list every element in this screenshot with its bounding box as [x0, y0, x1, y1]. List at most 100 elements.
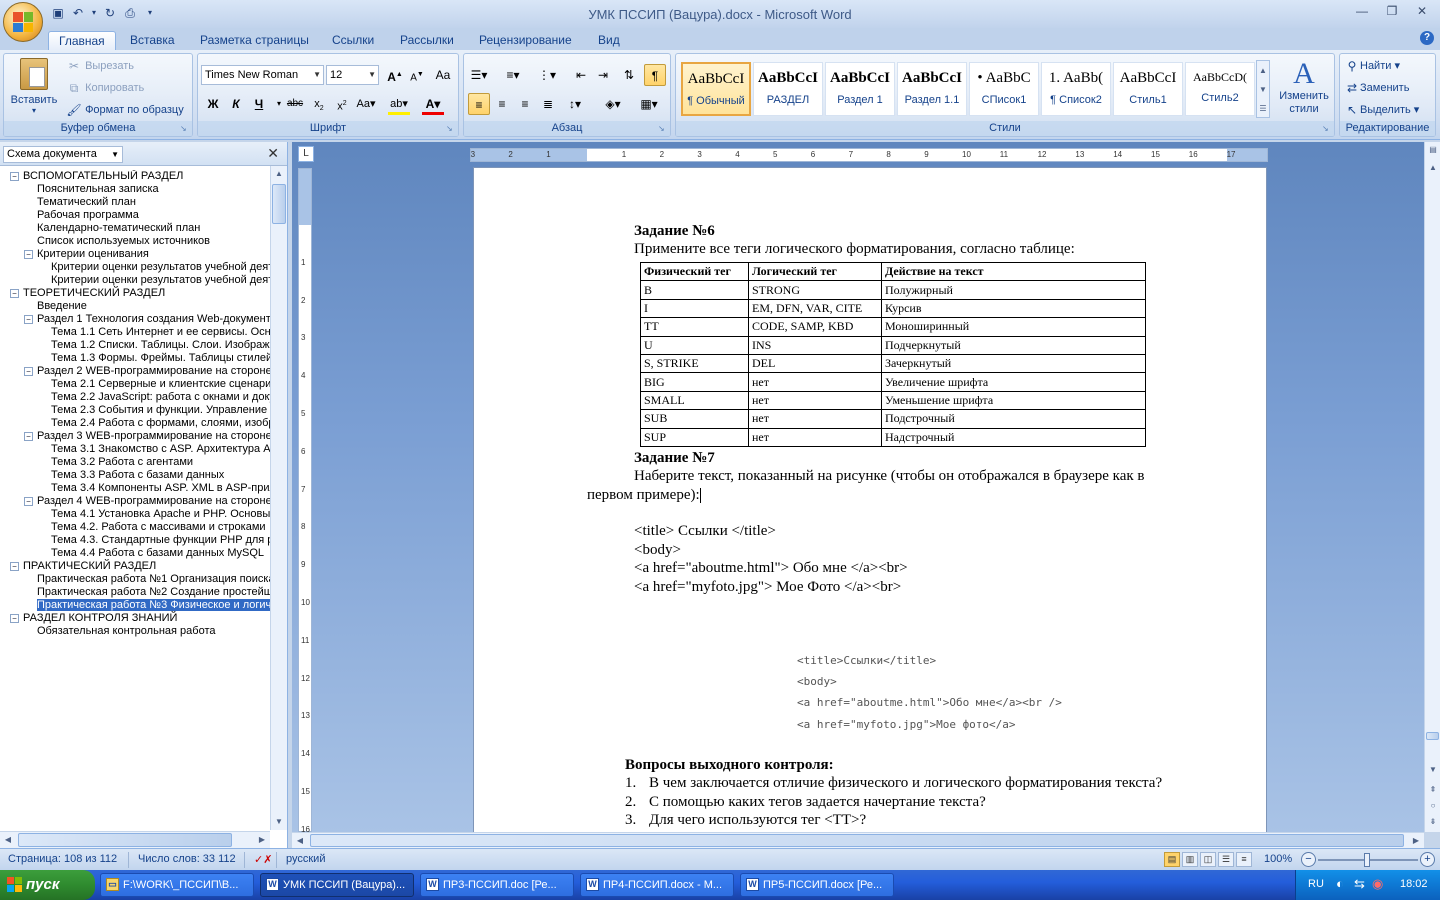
- collapse-toggle-icon[interactable]: −: [10, 172, 19, 181]
- scroll-down-icon[interactable]: ▼: [1425, 762, 1440, 778]
- style-gallery-item[interactable]: 1. AaBb(¶ Список2: [1041, 62, 1111, 116]
- document-map-mode-select[interactable]: Схема документа ▼: [3, 146, 123, 163]
- document-vertical-scrollbar[interactable]: ▤ ▲ ▼ ⇞ ○ ⇟: [1424, 142, 1440, 832]
- replace-button[interactable]: ⇄ Заменить: [1344, 78, 1409, 98]
- document-map-item[interactable]: Практическая работа №1 Организация поиск…: [24, 573, 270, 586]
- document-map-item[interactable]: − ПРАКТИЧЕСКИЙ РАЗДЕЛ: [10, 560, 156, 573]
- collapse-toggle-icon[interactable]: −: [24, 432, 33, 441]
- document-map-item[interactable]: Тема 2.1 Серверные и клиентские сценарии: [38, 378, 270, 391]
- gallery-scroll[interactable]: ▲ ▼ ☰: [1256, 60, 1270, 118]
- document-map-item[interactable]: − Раздел 1 Технология создания Web-докуме…: [24, 313, 270, 326]
- tab-references[interactable]: Ссылки: [322, 31, 384, 50]
- document-map-item[interactable]: Критерии оценки результатов учебной деят…: [38, 261, 270, 274]
- shading-button[interactable]: ◈▾: [602, 93, 624, 115]
- scroll-left-icon[interactable]: ◀: [0, 832, 16, 848]
- clock[interactable]: 18:02: [1400, 878, 1428, 890]
- document-map-item[interactable]: − ВСПОМОГАТЕЛЬНЫЙ РАЗДЕЛ: [10, 170, 183, 183]
- document-map-item[interactable]: Тема 2.2 JavaScript: работа с окнами и д…: [38, 391, 270, 404]
- document-map-item[interactable]: − Критерии оценивания: [24, 248, 149, 261]
- document-map-item[interactable]: Практическая работа №3 Физическое и логи…: [24, 599, 270, 612]
- minimize-button[interactable]: —: [1352, 4, 1372, 20]
- horizontal-ruler[interactable]: 3 2 1 1 2 3 4 5 6 7 8 9 10 11 12 13 14 15 16 17: [470, 148, 1268, 162]
- document-map-item[interactable]: Обязательная контрольная работа: [24, 625, 215, 638]
- document-map-item[interactable]: Критерии оценки результатов учебной деят…: [38, 274, 270, 287]
- document-map-item[interactable]: Тематический план: [24, 196, 136, 209]
- sort-button[interactable]: ⇅: [618, 64, 640, 86]
- document-map-item[interactable]: Тема 4.2. Работа с массивами и строками: [38, 521, 266, 534]
- tab-selector[interactable]: L: [298, 146, 314, 162]
- style-gallery-item[interactable]: • AaBbC СПисок1: [969, 62, 1039, 116]
- document-map-item[interactable]: Список используемых источников: [24, 235, 210, 248]
- scroll-down-icon[interactable]: ▼: [271, 814, 287, 830]
- find-button[interactable]: ⚲ Найти ▾: [1344, 56, 1400, 76]
- outline-view-button[interactable]: ☰: [1218, 852, 1234, 867]
- clear-formatting-button[interactable]: Aa: [432, 64, 454, 86]
- document-map-item[interactable]: Тема 4.4 Работа с базами данных MySQL: [38, 547, 264, 560]
- document-page[interactable]: Задание №6 Примените все теги логическог…: [473, 167, 1267, 832]
- superscript-button[interactable]: x2: [331, 93, 353, 115]
- borders-button[interactable]: ▦▾: [638, 93, 660, 115]
- dialog-launcher-icon[interactable]: ↘: [446, 124, 456, 134]
- document-map-item[interactable]: Календарно-тематический план: [24, 222, 200, 235]
- document-map-item[interactable]: Тема 4.3. Стандартные функции PHP для ра…: [38, 534, 270, 547]
- collapse-toggle-icon[interactable]: −: [24, 367, 33, 376]
- document-map-item[interactable]: Рабочая программа: [24, 209, 139, 222]
- web-layout-view-button[interactable]: ◫: [1200, 852, 1216, 867]
- taskbar-task-button[interactable]: W УМК ПССИП (Вацура)...: [260, 873, 414, 897]
- scroll-thumb[interactable]: [18, 833, 232, 847]
- tab-view[interactable]: Вид: [588, 31, 630, 50]
- tab-page-layout[interactable]: Разметка страницы: [190, 31, 319, 50]
- vertical-ruler[interactable]: 1 2 3 4 5 6 7 8 9 10 11 12 13 14 15 16: [298, 168, 312, 832]
- previous-page-icon[interactable]: ⇞: [1425, 782, 1440, 798]
- document-map-item[interactable]: − Раздел 4 WEB-программирование на сторон…: [24, 495, 270, 508]
- decrease-indent-button[interactable]: ⇤: [570, 64, 592, 86]
- bullets-button[interactable]: ☰▾: [468, 64, 490, 86]
- tab-insert[interactable]: Вставка: [120, 31, 185, 50]
- strikethrough-button[interactable]: abc: [284, 93, 306, 115]
- document-map-item[interactable]: Тема 4.1 Установка Apache и PHP. Основы: [38, 508, 270, 521]
- paste-button[interactable]: Вставить ▾: [8, 58, 60, 115]
- scroll-up-icon[interactable]: ▲: [1425, 160, 1440, 176]
- show-formatting-button[interactable]: ¶: [644, 64, 666, 86]
- document-map-item[interactable]: − Раздел 3 WEB-программирование на сторон…: [24, 430, 270, 443]
- view-ruler-icon[interactable]: ▤: [1425, 142, 1440, 158]
- taskbar-task-button[interactable]: W ПР4-ПССИП.docx - M...: [580, 873, 734, 897]
- document-map-item[interactable]: Тема 1.2 Списки. Таблицы. Слои. Изображе…: [38, 339, 270, 352]
- bold-button[interactable]: Ж: [202, 93, 224, 115]
- font-name-select[interactable]: Times New Roman ▼: [201, 65, 324, 85]
- change-case-button[interactable]: Aa▾: [355, 93, 377, 115]
- format-painter-button[interactable]: 🖌 Формат по образцу: [66, 100, 183, 120]
- word-count[interactable]: Число слов: 33 112: [138, 853, 236, 865]
- italic-button[interactable]: К: [225, 93, 247, 115]
- collapse-toggle-icon[interactable]: −: [10, 562, 19, 571]
- collapse-toggle-icon[interactable]: −: [24, 315, 33, 324]
- style-gallery-item[interactable]: AaBbCcD(Стиль2: [1185, 62, 1255, 116]
- network-icon[interactable]: ⇆: [1354, 876, 1365, 892]
- document-map-item[interactable]: Тема 3.2 Работа с агентами: [38, 456, 193, 469]
- change-styles-button[interactable]: A Изменить стили: [1274, 58, 1334, 116]
- restore-button[interactable]: ❐: [1382, 4, 1402, 20]
- document-map-item[interactable]: − РАЗДЕЛ КОНТРОЛЯ ЗНАНИЙ: [10, 612, 177, 625]
- dialog-launcher-icon[interactable]: ↘: [658, 124, 668, 134]
- antivirus-icon[interactable]: ◉: [1372, 876, 1383, 892]
- close-button[interactable]: ✕: [1412, 4, 1432, 20]
- scroll-right-icon[interactable]: ▶: [1408, 833, 1424, 849]
- taskbar-task-button[interactable]: W ПР3-ПССИП.doc [Ре...: [420, 873, 574, 897]
- align-right-button[interactable]: ≡: [514, 93, 536, 115]
- page-indicator[interactable]: Страница: 108 из 112: [8, 853, 117, 865]
- document-map-item[interactable]: Тема 3.3 Работа с базами данных: [38, 469, 224, 482]
- scroll-up-icon[interactable]: ▲: [271, 166, 287, 182]
- document-map-item[interactable]: Тема 1.3 Формы. Фреймы. Таблицы стилей.: [38, 352, 270, 365]
- style-gallery-item[interactable]: AaBbCcI ¶ Обычный: [681, 62, 751, 116]
- document-horizontal-scrollbar[interactable]: ◀ ▶: [292, 832, 1424, 848]
- zoom-slider-thumb[interactable]: [1364, 853, 1370, 867]
- document-map-vertical-scrollbar[interactable]: ▲ ▼: [270, 166, 287, 830]
- justify-button[interactable]: ≣: [537, 93, 559, 115]
- font-size-select[interactable]: 12 ▼: [326, 65, 379, 85]
- close-icon[interactable]: ✕: [267, 145, 279, 162]
- scroll-thumb[interactable]: [1426, 732, 1439, 740]
- scroll-thumb[interactable]: [310, 834, 1404, 847]
- highlight-button[interactable]: ab▾: [388, 93, 410, 115]
- print-layout-view-button[interactable]: ▤: [1164, 852, 1180, 867]
- document-map-item[interactable]: Практическая работа №2 Создание простейш…: [24, 586, 270, 599]
